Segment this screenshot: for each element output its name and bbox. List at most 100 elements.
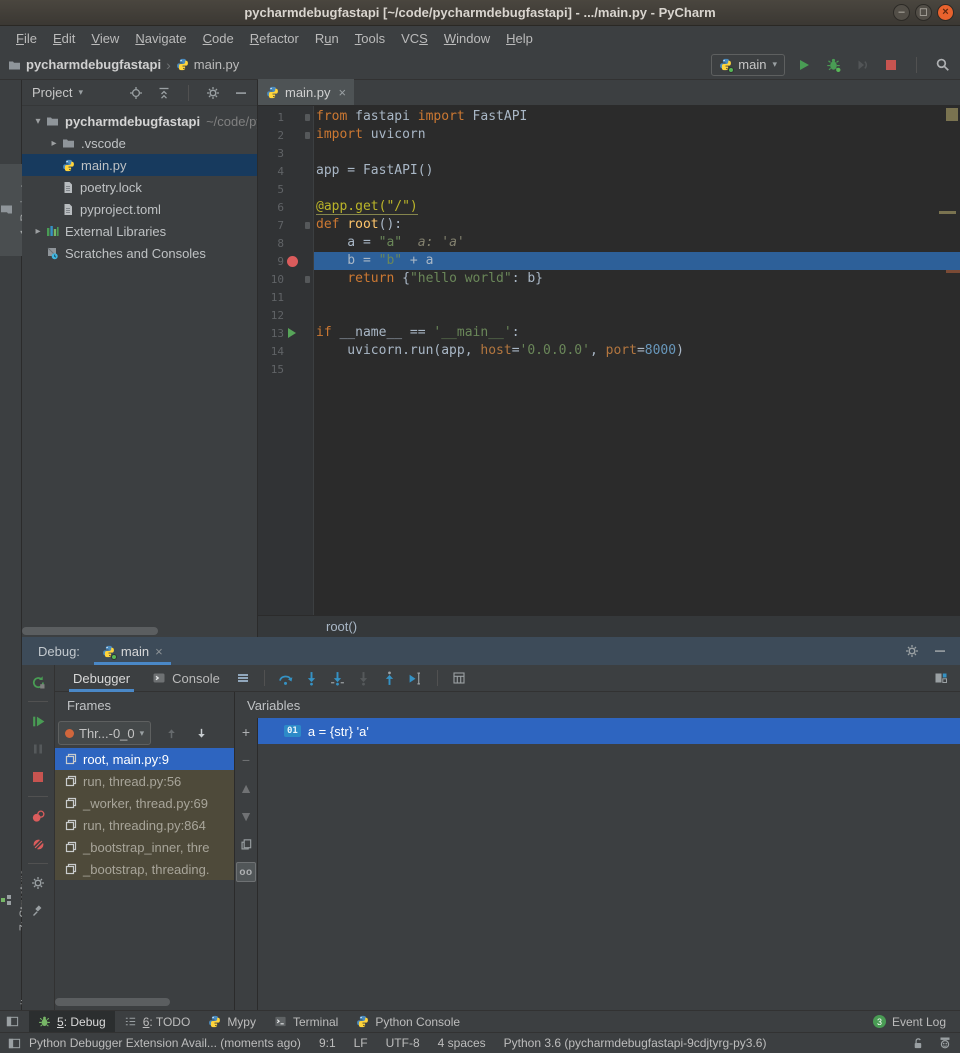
toolwindow-icon[interactable] bbox=[8, 1037, 21, 1050]
code-text[interactable] bbox=[314, 180, 960, 198]
indent-style[interactable]: 4 spaces bbox=[438, 1036, 486, 1050]
settings-button[interactable] bbox=[902, 641, 922, 661]
menu-run[interactable]: Run bbox=[307, 29, 347, 48]
code-text[interactable]: a = "a" a: 'a' bbox=[314, 234, 960, 252]
fold-marker-icon[interactable] bbox=[305, 132, 310, 139]
frame-row[interactable]: _bootstrap_inner, thre bbox=[55, 836, 234, 858]
line-number[interactable]: 15 bbox=[258, 363, 284, 376]
next-frame-button[interactable] bbox=[191, 723, 211, 743]
restore-layout-button[interactable] bbox=[232, 667, 254, 689]
scope-breadcrumb[interactable]: root() bbox=[326, 619, 357, 634]
show-watches-button[interactable]: oo bbox=[236, 862, 256, 882]
python-interpreter[interactable]: Python 3.6 (pycharmdebugfastapi-9cdjtyrg… bbox=[504, 1036, 767, 1050]
tree-item--vscode[interactable]: ▸.vscode bbox=[22, 132, 257, 154]
code-text[interactable] bbox=[314, 306, 960, 324]
frame-row[interactable]: root, main.py:9 bbox=[55, 748, 234, 770]
file-encoding[interactable]: UTF-8 bbox=[386, 1036, 420, 1050]
tree-item-poetry-lock[interactable]: poetry.lock bbox=[22, 176, 257, 198]
fold-marker-icon[interactable] bbox=[305, 222, 310, 229]
step-into-my-code-button[interactable] bbox=[327, 667, 349, 689]
minimize-button[interactable]: – bbox=[893, 4, 910, 21]
step-over-button[interactable] bbox=[275, 667, 297, 689]
code-text[interactable]: uvicorn.run(app, host='0.0.0.0', port=80… bbox=[314, 342, 960, 360]
frames-horizontal-scrollbar[interactable] bbox=[55, 998, 170, 1006]
frame-row[interactable]: _worker, thread.py:69 bbox=[55, 792, 234, 814]
settings-button[interactable] bbox=[26, 871, 50, 895]
line-number[interactable]: 7 bbox=[258, 219, 284, 232]
code-text[interactable]: @app.get("/") bbox=[314, 198, 960, 216]
close-button[interactable]: × bbox=[937, 4, 954, 21]
step-out-button[interactable] bbox=[379, 667, 401, 689]
breakpoint-icon[interactable] bbox=[287, 256, 298, 267]
code-text[interactable]: from fastapi import FastAPI bbox=[314, 108, 960, 126]
toolwindow-button-6-todo[interactable]: 6: TODO bbox=[115, 1011, 200, 1033]
menu-vcs[interactable]: VCS bbox=[393, 29, 436, 48]
code-text[interactable]: def root(): bbox=[314, 216, 960, 234]
code-text[interactable]: return {"hello world": b} bbox=[314, 270, 960, 288]
editor-tab-main-py[interactable]: main.py × bbox=[258, 79, 354, 105]
stop-button[interactable] bbox=[26, 765, 50, 789]
tree-item-scratches-and-consoles[interactable]: Scratches and Consoles bbox=[22, 242, 257, 264]
pin-button[interactable] bbox=[26, 899, 50, 923]
line-separator[interactable]: LF bbox=[354, 1036, 368, 1050]
evaluate-expression-button[interactable] bbox=[448, 667, 470, 689]
rerun-button[interactable] bbox=[26, 670, 50, 694]
menu-tools[interactable]: Tools bbox=[347, 29, 393, 48]
toolwindow-button-5-debug[interactable]: 5: Debug bbox=[29, 1011, 115, 1033]
expand-arrow-icon[interactable]: ▾ bbox=[30, 116, 46, 127]
tree-item-pyproject-toml[interactable]: pyproject.toml bbox=[22, 198, 257, 220]
lock-icon[interactable] bbox=[911, 1036, 924, 1050]
collapse-arrow-icon[interactable]: ▸ bbox=[46, 138, 62, 149]
code-text[interactable] bbox=[314, 360, 960, 378]
toolwindow-button-python-console[interactable]: Python Console bbox=[347, 1011, 469, 1033]
tree-item-pycharmdebugfastapi[interactable]: ▾pycharmdebugfastapi~/code/pycharmdebugf… bbox=[22, 110, 257, 132]
view-breakpoints-button[interactable] bbox=[26, 804, 50, 828]
toolwindow-toggle-icon[interactable] bbox=[6, 1015, 19, 1028]
layout-settings-button[interactable] bbox=[930, 667, 952, 689]
tree-item-main-py[interactable]: main.py bbox=[22, 154, 257, 176]
line-number[interactable]: 14 bbox=[258, 345, 284, 358]
event-log-button[interactable]: 3 Event Log bbox=[873, 1015, 954, 1029]
line-number[interactable]: 6 bbox=[258, 201, 284, 214]
line-number[interactable]: 10 bbox=[258, 273, 284, 286]
line-number[interactable]: 11 bbox=[258, 291, 284, 304]
frame-row[interactable]: _bootstrap, threading. bbox=[55, 858, 234, 880]
code-text[interactable]: b = "b" + a bbox=[314, 252, 960, 270]
sidebar-tab-structure[interactable]: 7: Structure bbox=[0, 848, 22, 952]
menu-help[interactable]: Help bbox=[498, 29, 541, 48]
line-number[interactable]: 4 bbox=[258, 165, 284, 178]
inspection-indicator[interactable] bbox=[946, 108, 958, 121]
frame-row[interactable]: run, threading.py:864 bbox=[55, 814, 234, 836]
close-session-icon[interactable]: × bbox=[155, 644, 163, 659]
fold-marker-icon[interactable] bbox=[305, 114, 310, 121]
line-number[interactable]: 9 bbox=[258, 255, 284, 268]
menu-refactor[interactable]: Refactor bbox=[242, 29, 307, 48]
inspections-hector-icon[interactable] bbox=[938, 1036, 952, 1050]
line-number[interactable]: 13 bbox=[258, 327, 284, 340]
collapse-arrow-icon[interactable]: ▸ bbox=[30, 226, 46, 237]
code-text[interactable]: if __name__ == '__main__': bbox=[314, 324, 960, 342]
caret-position[interactable]: 9:1 bbox=[319, 1036, 336, 1050]
menu-navigate[interactable]: Navigate bbox=[127, 29, 194, 48]
menu-file[interactable]: File bbox=[8, 29, 45, 48]
mute-breakpoints-button[interactable] bbox=[26, 832, 50, 856]
settings-button[interactable] bbox=[203, 83, 223, 103]
project-horizontal-scrollbar[interactable] bbox=[22, 627, 158, 635]
hide-button[interactable] bbox=[930, 641, 950, 661]
frame-row[interactable]: run, thread.py:56 bbox=[55, 770, 234, 792]
line-number[interactable]: 12 bbox=[258, 309, 284, 322]
locate-button[interactable] bbox=[126, 83, 146, 103]
code-text[interactable] bbox=[314, 144, 960, 162]
toolwindow-button-mypy[interactable]: Mypy bbox=[199, 1011, 265, 1033]
line-number[interactable]: 8 bbox=[258, 237, 284, 250]
status-message[interactable]: Python Debugger Extension Avail... (mome… bbox=[29, 1036, 301, 1050]
run-to-cursor-button[interactable] bbox=[405, 667, 427, 689]
debug-button[interactable] bbox=[823, 55, 843, 75]
run-gutter-icon[interactable] bbox=[288, 328, 296, 338]
code-text[interactable] bbox=[314, 288, 960, 306]
duplicate-watch-button[interactable] bbox=[236, 834, 256, 854]
tab-console[interactable]: Console bbox=[142, 665, 230, 692]
fold-marker-icon[interactable] bbox=[305, 276, 310, 283]
run-configuration-selector[interactable]: main▾ bbox=[711, 54, 785, 76]
menu-window[interactable]: Window bbox=[436, 29, 498, 48]
